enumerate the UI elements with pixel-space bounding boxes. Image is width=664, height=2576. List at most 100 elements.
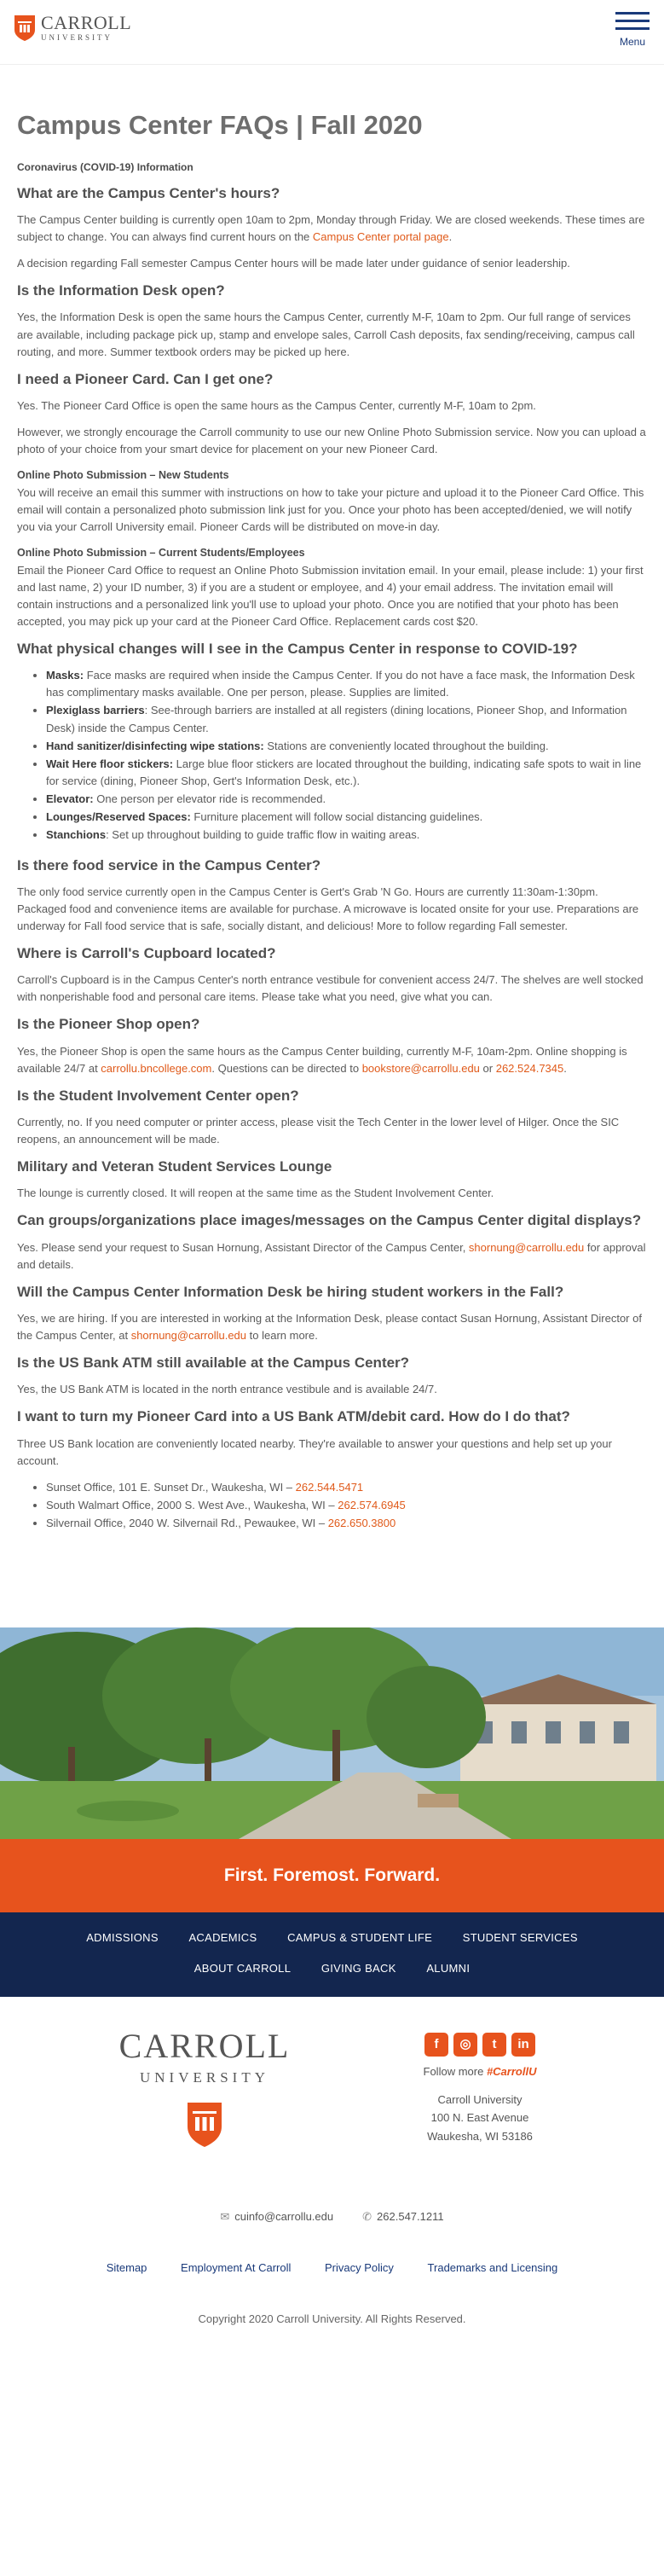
faq-question: What physical changes will I see in the …	[17, 641, 578, 658]
trademarks-link[interactable]: Trademarks and Licensing	[428, 2261, 558, 2274]
shornung-email-link[interactable]: shornung@carrollu.edu	[469, 1241, 584, 1254]
nav-item-academics[interactable]: ACADEMICS	[188, 1929, 257, 1947]
faq-answer: A decision regarding Fall semester Campu…	[17, 257, 570, 270]
hamburger-icon-bar	[615, 27, 650, 30]
faq-answer: However, we strongly encourage the Carro…	[17, 426, 646, 456]
faq-pioneer-card: I need a Pioneer Card. Can I get one? Ye…	[17, 370, 647, 630]
linkedin-icon[interactable]: in	[511, 2032, 535, 2057]
page-subhead: Coronavirus (COVID-19) Information	[17, 161, 193, 174]
address-line: 100 N. East Avenue	[430, 2111, 529, 2125]
twitter-icon[interactable]: t	[482, 2032, 506, 2057]
footer-top: CARROLL UNIVERSITY f ◎ t in Follow more …	[0, 1997, 664, 2253]
item-text: Stations are conveniently located throug…	[263, 739, 549, 752]
facebook-icon[interactable]: f	[424, 2032, 448, 2057]
faq-subheading: Online Photo Submission – New Students	[17, 469, 229, 482]
faq-cupboard: Where is Carroll's Cupboard located? Car…	[17, 944, 647, 1006]
bncollege-link[interactable]: carrollu.bncollege.com	[101, 1062, 211, 1075]
tagline-text: First. Foremost. Forward.	[223, 1865, 441, 1885]
phone-contact[interactable]: ✆ 262.547.1211	[362, 2208, 443, 2225]
phone-link[interactable]: 262.574.6945	[338, 1499, 406, 1511]
phone-link[interactable]: 262.544.5471	[296, 1481, 364, 1494]
faq-answer: Yes, we are hiring. If you are intereste…	[17, 1310, 647, 1344]
employment-link[interactable]: Employment At Carroll	[181, 2261, 291, 2274]
footer-contact: f ◎ t in Follow more #CarrollU Carroll U…	[395, 2032, 565, 2145]
list-item: Sunset Office, 101 E. Sunset Dr., Waukes…	[46, 1479, 647, 1496]
logo-name: CARROLL	[41, 12, 132, 33]
shield-logo-icon	[14, 15, 35, 41]
faq-hiring: Will the Campus Center Information Desk …	[17, 1283, 647, 1344]
faq-hours: What are the Campus Center's hours? The …	[17, 184, 647, 273]
faq-question: Is the Pioneer Shop open?	[17, 1016, 200, 1033]
menu-button[interactable]: Menu	[615, 12, 650, 50]
copyright: Copyright 2020 Carroll University. All R…	[198, 2312, 466, 2325]
main-content: Campus Center FAQs | Fall 2020 Coronavir…	[0, 65, 664, 1561]
bookstore-phone-link[interactable]: 262.524.7345	[496, 1062, 564, 1075]
location-text: Silvernail Office, 2040 W. Silvernail Rd…	[46, 1517, 328, 1530]
address-line: Carroll University	[437, 2092, 523, 2106]
faq-atm: Is the US Bank ATM still available at th…	[17, 1354, 647, 1398]
privacy-policy-link[interactable]: Privacy Policy	[325, 2261, 394, 2274]
instagram-icon[interactable]: ◎	[453, 2032, 477, 2057]
faq-answer: Carroll's Cupboard is in the Campus Cent…	[17, 973, 644, 1004]
email-contact[interactable]: ✉ cuinfo@carrollu.edu	[220, 2208, 333, 2225]
answer-text: or	[479, 1061, 496, 1075]
item-label: Hand sanitizer/disinfecting wipe station…	[46, 739, 264, 752]
campus-photo-image	[0, 1627, 664, 1840]
list-item: South Walmart Office, 2000 S. West Ave.,…	[46, 1497, 647, 1514]
hashtag-link[interactable]: #CarrollU	[487, 2065, 537, 2078]
faq-answer: Yes. Please send your request to Susan H…	[17, 1239, 647, 1273]
list-item: Wait Here floor stickers: Large blue flo…	[46, 756, 647, 790]
menu-label: Menu	[619, 36, 646, 48]
campus-center-portal-link[interactable]: Campus Center portal page	[313, 230, 449, 243]
faq-answer: Yes, the Pioneer Shop is open the same h…	[17, 1043, 647, 1077]
item-text: : Set up throughout building to guide tr…	[106, 828, 420, 842]
item-label: Stanchions	[46, 828, 107, 842]
list-item: Lounges/Reserved Spaces: Furniture place…	[46, 809, 647, 826]
page-title: Campus Center FAQs | Fall 2020	[17, 110, 423, 140]
faq-answer: You will receive an email this summer wi…	[17, 485, 644, 533]
faq-question: Is the Student Involvement Center open?	[17, 1087, 299, 1104]
sitemap-link[interactable]: Sitemap	[107, 2261, 147, 2274]
item-label: Wait Here floor stickers:	[46, 757, 174, 770]
nav-item-admissions[interactable]: ADMISSIONS	[86, 1929, 159, 1947]
contact-row: ✉ cuinfo@carrollu.edu ✆ 262.547.1211	[0, 2208, 664, 2225]
nav-item-alumni[interactable]: ALUMNI	[426, 1960, 470, 1977]
location-text: South Walmart Office, 2000 S. West Ave.,…	[46, 1498, 338, 1511]
list-item: Hand sanitizer/disinfecting wipe station…	[46, 738, 647, 755]
nav-item-giving-back[interactable]: GIVING BACK	[321, 1960, 396, 1977]
nav-item-campus-student-life[interactable]: CAMPUS & STUDENT LIFE	[287, 1929, 432, 1947]
item-label: Plexiglass barriers	[46, 704, 145, 717]
faq-question: I want to turn my Pioneer Card into a US…	[17, 1408, 570, 1425]
social-icons: f ◎ t in	[395, 2032, 565, 2057]
footer-logo[interactable]: CARROLL UNIVERSITY	[115, 2026, 294, 2149]
item-text: One person per elevator ride is recommen…	[93, 792, 326, 806]
faq-subheading: Online Photo Submission – Current Studen…	[17, 547, 305, 560]
footer-logo-subtitle: UNIVERSITY	[140, 2068, 269, 2086]
faq-question: Military and Veteran Student Services Lo…	[17, 1158, 332, 1175]
faq-question: Is the US Bank ATM still available at th…	[17, 1355, 410, 1372]
list-item: Plexiglass barriers: See-through barrier…	[46, 702, 647, 736]
phone-link[interactable]: 262.650.3800	[328, 1517, 396, 1529]
shornung-email-link[interactable]: shornung@carrollu.edu	[131, 1329, 246, 1342]
nav-item-about-carroll[interactable]: ABOUT CARROLL	[194, 1960, 291, 1977]
faq-question: Will the Campus Center Information Desk …	[17, 1283, 564, 1300]
carroll-logo[interactable]: CARROLL UNIVERSITY	[14, 14, 131, 42]
answer-text: . Questions can be directed to	[211, 1061, 362, 1075]
list-item: Stanchions: Set up throughout building t…	[46, 827, 647, 844]
footer-logo-name: CARROLL	[118, 2026, 291, 2065]
faq-question: What are the Campus Center's hours?	[17, 184, 280, 201]
address: Carroll University 100 N. East Avenue Wa…	[395, 2091, 565, 2145]
nav-item-student-services[interactable]: STUDENT SERVICES	[463, 1929, 578, 1947]
answer-text: Yes. Please send your request to Susan H…	[17, 1240, 469, 1254]
faq-physical-changes: What physical changes will I see in the …	[17, 640, 647, 844]
faq-question: Is there food service in the Campus Cent…	[17, 856, 321, 873]
faq-answer: Three US Bank location are conveniently …	[17, 1436, 612, 1467]
site-header: CARROLL UNIVERSITY Menu	[0, 0, 664, 65]
footer-nav: ADMISSIONS ACADEMICS CAMPUS & STUDENT LI…	[0, 1912, 664, 1997]
faq-answer: The only food service currently open in …	[17, 885, 639, 932]
location-text: Sunset Office, 101 E. Sunset Dr., Waukes…	[46, 1480, 296, 1494]
bookstore-email-link[interactable]: bookstore@carrollu.edu	[362, 1062, 480, 1075]
faq-military-lounge: Military and Veteran Student Services Lo…	[17, 1157, 647, 1202]
item-label: Lounges/Reserved Spaces:	[46, 810, 191, 824]
email-text: cuinfo@carrollu.edu	[234, 2209, 334, 2223]
